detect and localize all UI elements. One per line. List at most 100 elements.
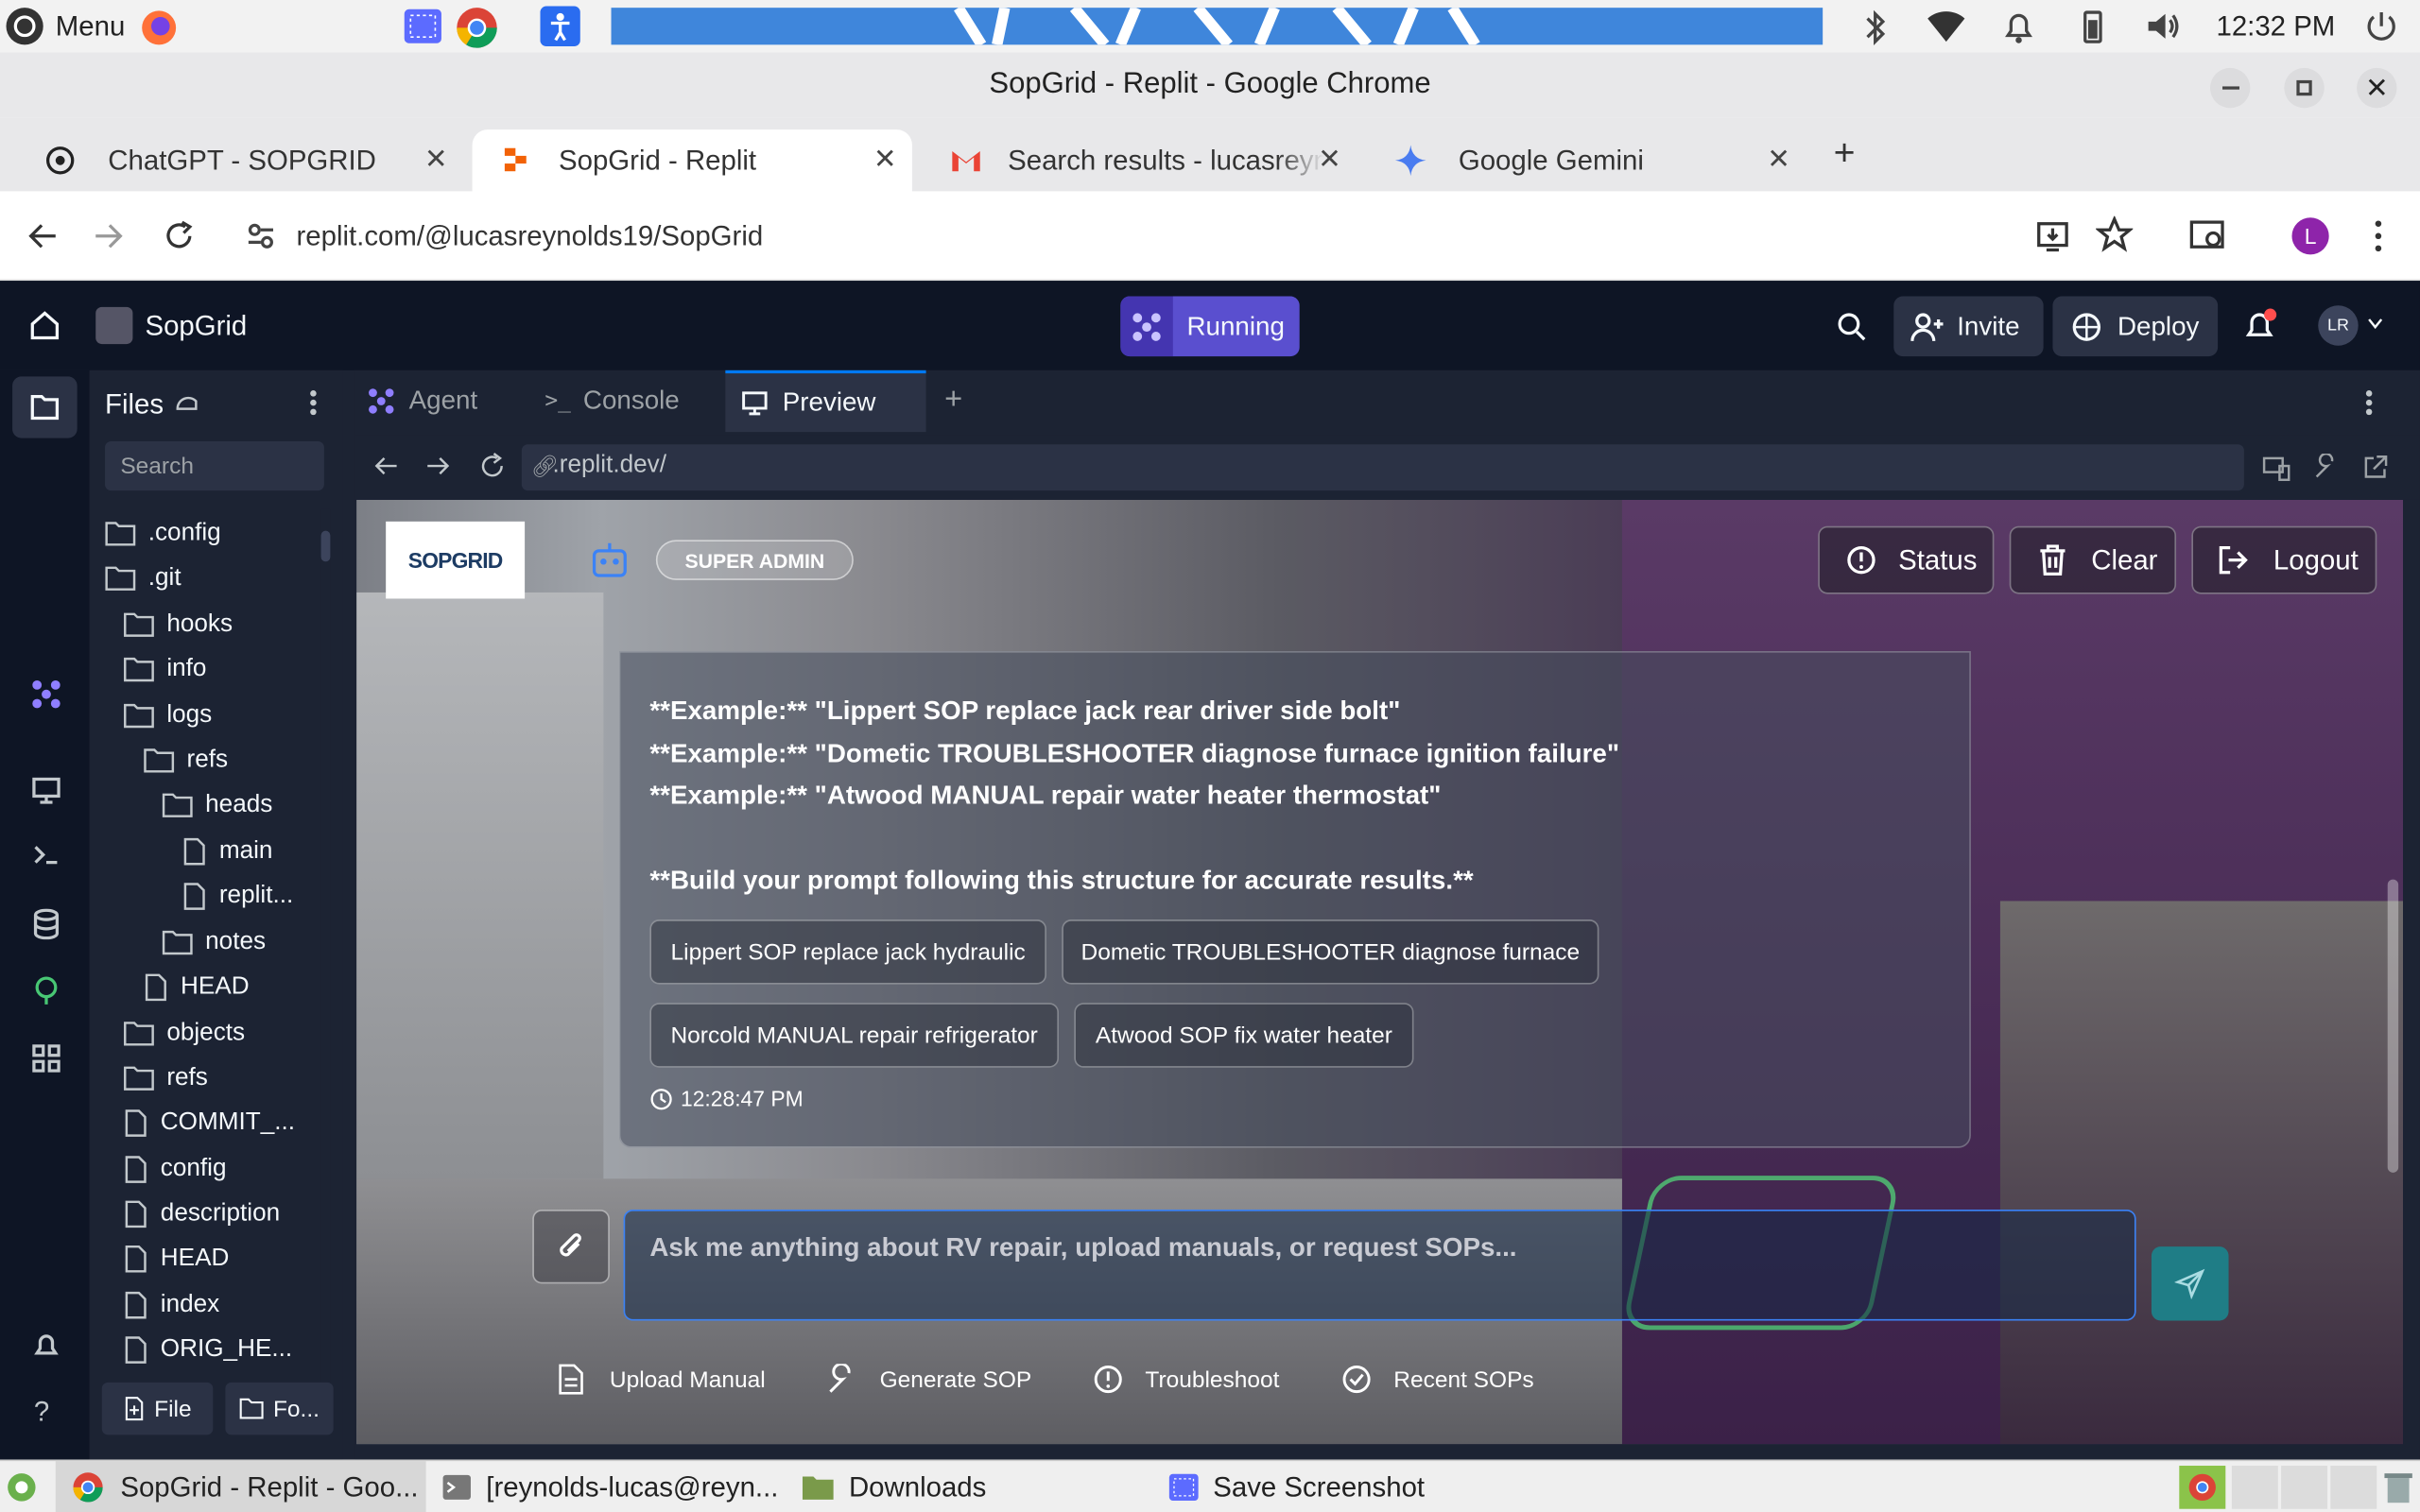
address-field[interactable]: replit.com/@lucasreynolds19/SopGrid (228, 203, 2168, 269)
tree-folder[interactable]: objects (124, 1010, 245, 1055)
attach-button[interactable] (532, 1209, 610, 1284)
forward-arrow-icon[interactable] (93, 220, 124, 251)
preview-scrollbar[interactable] (2387, 879, 2399, 1173)
suggestion-chip[interactable]: Dometic TROUBLESHOOTER diagnose furnace (1062, 919, 1599, 985)
taskbar-chrome-window[interactable]: SopGrid - Replit - Goo... (55, 1461, 426, 1512)
devtools-wrench-icon[interactable] (2312, 453, 2340, 481)
notifications-icon[interactable] (2241, 307, 2278, 344)
profile-avatar[interactable]: L (2291, 217, 2329, 255)
deployments-rail-icon[interactable] (31, 975, 62, 1006)
tab-replit[interactable]: SopGrid - Replit ✕ (472, 129, 912, 192)
new-file-button[interactable]: File (101, 1382, 214, 1435)
files-menu-icon[interactable] (309, 388, 319, 416)
preview-reload-icon[interactable] (478, 452, 506, 479)
tree-folder[interactable]: info (124, 646, 206, 691)
workspace-2-indicator[interactable] (2231, 1466, 2278, 1509)
start-menu-icon[interactable] (7, 1472, 38, 1503)
search-icon[interactable] (1837, 312, 1868, 343)
new-folder-button[interactable]: Fo... (225, 1382, 334, 1435)
home-icon[interactable] (29, 310, 60, 341)
tree-file[interactable]: HEAD (144, 964, 250, 1008)
screenshot-app-icon[interactable] (401, 7, 444, 46)
run-status-button[interactable]: Running (1120, 296, 1300, 357)
wifi-icon[interactable] (1927, 9, 1966, 43)
console-rail-icon[interactable] (31, 839, 62, 870)
tab-gemini[interactable]: Google Gemini ✕ (1366, 129, 1806, 191)
new-tab-button[interactable]: + (1834, 132, 1856, 176)
files-search-input[interactable]: Search (105, 440, 324, 491)
taskbar-terminal-window[interactable]: [reynolds-lucas@reyn... (439, 1461, 778, 1512)
pane-menu-icon[interactable] (2364, 388, 2374, 416)
generate-sop-action[interactable]: Generate SOP (827, 1364, 1031, 1395)
suggestion-chip[interactable]: Norcold MANUAL repair refrigerator (649, 1003, 1059, 1068)
chat-input[interactable]: Ask me anything about RV repair, upload … (623, 1209, 2136, 1321)
tree-folder[interactable]: .git (105, 556, 182, 600)
close-tab-icon[interactable]: ✕ (1767, 144, 1790, 176)
tree-file[interactable]: replit... (182, 873, 293, 918)
site-info-icon[interactable] (247, 222, 274, 249)
preview-back-icon[interactable] (373, 454, 398, 478)
minimize-button[interactable] (2209, 67, 2251, 109)
preview-url-field[interactable]: 🔗︎ .replit.dev/ (521, 444, 2244, 491)
suggestion-chip[interactable]: Atwood SOP fix water heater (1074, 1003, 1414, 1068)
taskbar-screenshot-window[interactable]: Save Screenshot (1167, 1461, 1425, 1512)
volume-icon[interactable] (2145, 9, 2182, 43)
trash-can-icon[interactable] (2381, 1469, 2415, 1505)
help-icon[interactable]: ? (34, 1397, 49, 1429)
close-tab-icon[interactable]: ✕ (873, 144, 897, 176)
troubleshoot-action[interactable]: Troubleshoot (1093, 1364, 1279, 1395)
workspace-1-indicator[interactable] (2179, 1466, 2226, 1509)
tree-folder[interactable]: hooks (124, 602, 233, 646)
tab-chatgpt[interactable]: ChatGPT - SOPGRID ✕ (15, 129, 462, 191)
preview-forward-icon[interactable] (426, 454, 451, 478)
tree-folder[interactable]: refs (144, 737, 228, 782)
workspace-3-indicator[interactable] (2281, 1466, 2328, 1509)
send-button[interactable] (2151, 1246, 2229, 1321)
database-icon[interactable] (31, 908, 62, 940)
accessibility-icon[interactable] (540, 6, 580, 46)
suggestion-chip[interactable]: Lippert SOP replace jack hydraulic (649, 919, 1046, 985)
os-menu-button[interactable]: Menu (3, 5, 125, 48)
close-tab-icon[interactable]: ✕ (1318, 144, 1341, 176)
back-arrow-icon[interactable] (27, 220, 59, 251)
tab-gmail[interactable]: Search results - lucasreyn ✕ (922, 129, 1357, 191)
chrome-icon[interactable] (454, 5, 500, 51)
tree-folder[interactable]: .config (105, 510, 221, 555)
close-tab-icon[interactable]: ✕ (424, 144, 448, 176)
add-tab-button[interactable]: + (944, 383, 962, 419)
tree-file[interactable]: index (124, 1282, 219, 1327)
files-rail-button[interactable] (12, 376, 78, 438)
deploy-button[interactable]: Deploy (2052, 296, 2219, 357)
recent-sops-action[interactable]: Recent SOPs (1341, 1364, 1534, 1395)
install-app-icon[interactable] (2034, 217, 2071, 254)
invite-button[interactable]: Invite (1893, 296, 2044, 357)
agent-rail-icon[interactable] (31, 679, 62, 710)
tab-agent[interactable]: Agent (368, 370, 477, 432)
upload-manual-action[interactable]: Upload Manual (557, 1364, 766, 1395)
status-button[interactable]: Status (1818, 525, 1995, 594)
user-avatar[interactable]: LR (2318, 305, 2359, 346)
tree-folder[interactable]: heads (162, 782, 272, 827)
taskbar-downloads-window[interactable]: Downloads (801, 1461, 986, 1512)
tree-folder[interactable]: notes (162, 919, 266, 964)
all-tools-icon[interactable] (31, 1043, 62, 1074)
maximize-button[interactable] (2284, 67, 2325, 109)
close-window-button[interactable]: ✕ (2357, 67, 2397, 109)
notification-bell-icon[interactable] (2002, 8, 2036, 44)
tree-file[interactable]: main (182, 829, 272, 873)
webview-rail-icon[interactable] (31, 775, 62, 806)
chevron-down-icon[interactable] (2367, 318, 2383, 330)
tree-file[interactable]: ORIG_HE... (124, 1327, 292, 1371)
sopgrid-logo[interactable]: SOPGRID (386, 521, 526, 599)
tree-file[interactable]: COMMIT_... (124, 1100, 295, 1144)
power-icon[interactable] (2364, 9, 2398, 43)
tree-folder[interactable]: logs (124, 693, 212, 737)
devices-icon[interactable] (2262, 454, 2290, 481)
tree-folder[interactable]: refs (124, 1056, 208, 1100)
tab-preview[interactable]: Preview (725, 369, 926, 433)
open-new-tab-icon[interactable] (2361, 454, 2389, 481)
bookmark-star-icon[interactable] (2096, 215, 2134, 253)
workspace-4-indicator[interactable] (2330, 1466, 2377, 1509)
tab-console[interactable]: >_ Console (544, 370, 679, 432)
reload-icon[interactable] (162, 219, 196, 253)
